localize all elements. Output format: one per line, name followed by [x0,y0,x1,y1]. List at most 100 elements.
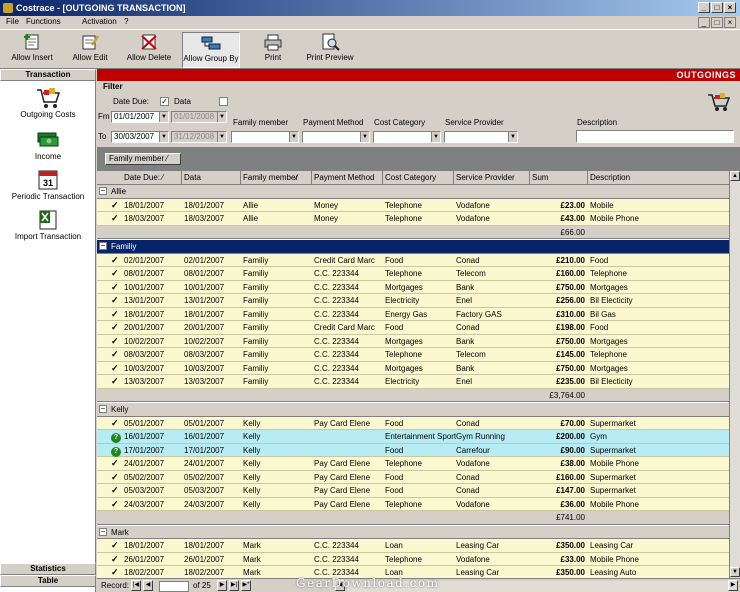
cell: 02/01/2007 [184,255,225,265]
group-by-family-member-chip[interactable]: Family member ⁄ [105,153,181,165]
menu-help[interactable]: ? [124,17,128,26]
table-row[interactable]: ✓ 24/03/2007 24/03/2007 Kelly Pay Card Elene… [97,497,729,511]
insert-icon [22,33,42,51]
group-row[interactable]: − Allie [97,185,729,199]
payment-method-dropdown[interactable]: ▼ [302,131,370,143]
collapse-icon[interactable]: − [99,405,107,413]
new-record-icon[interactable]: ▶* [241,580,251,591]
group-row[interactable]: − Mark [97,525,729,539]
cell: Supermarket [590,418,636,428]
group-row[interactable]: − Kelly [97,403,729,417]
table-row[interactable]: ✓ 05/02/2007 05/02/2007 Kelly Pay Card Elene… [97,470,729,484]
sidebar-header-statistics[interactable]: Statistics [0,563,96,575]
allow-insert-button[interactable]: Allow Insert [4,32,60,68]
table-row[interactable]: ✓ 13/03/2007 13/03/2007 Familiy C.C. 223344 E… [97,375,729,389]
table-row[interactable]: ✓ 18/03/2007 18/03/2007 Allie Money Telephone… [97,212,729,226]
sidebar-item-periodic-transaction[interactable]: 31 Periodic Transaction [0,167,96,205]
scroll-up-arrow-icon[interactable]: ▲ [730,171,740,181]
table-row[interactable]: ✓ 18/01/2007 18/01/2007 Mark C.C. 223344 Loan… [97,539,729,553]
vertical-scrollbar[interactable]: ▲ ▼ [729,171,740,578]
scroll-down-arrow-icon[interactable]: ▼ [730,567,740,577]
allow-edit-button[interactable]: Allow Edit [66,32,114,68]
data-to-dropdown[interactable]: 31/12/2008 ▼ [171,131,227,143]
print-preview-button[interactable]: Print Preview [302,32,358,68]
allow-delete-button[interactable]: Allow Delete [122,32,176,68]
table-row[interactable]: ✓ 13/01/2007 13/01/2007 Familiy C.C. 223344 E… [97,294,729,308]
group-row[interactable]: − Familiy [97,240,729,254]
menu-activation[interactable]: Activation [82,17,117,26]
table-row[interactable]: ✓ 10/01/2007 10/01/2007 Familiy C.C. 223344 M… [97,280,729,294]
sidebar: Transaction Outgoing Costs Income 31 Per… [0,69,96,592]
cell: Mortgages [590,336,628,346]
sidebar-header-transaction[interactable]: Transaction [0,69,96,81]
menu-functions[interactable]: Functions [26,17,61,26]
mdi-minimize-button[interactable]: _ [698,17,710,28]
table-row[interactable]: ✓ 10/02/2007 10/02/2007 Familiy C.C. 223344 M… [97,334,729,348]
cell: C.C. 223344 [314,296,359,305]
minimize-button[interactable]: _ [698,2,710,13]
cell: Mobile [590,200,614,210]
next-record-icon[interactable]: ▶ [217,580,227,591]
column-header-sum[interactable]: Sum [532,173,548,182]
record-number-input[interactable] [159,581,189,592]
mdi-restore-button[interactable]: □ [711,17,723,28]
cell: Bank [456,336,475,346]
sidebar-item-import-transaction[interactable]: Import Transaction [0,207,96,245]
data-checkbox[interactable] [219,97,228,106]
family-member-dropdown[interactable]: ▼ [231,131,299,143]
previous-record-icon[interactable]: ◀ [143,580,153,591]
cell: Telephone [385,350,422,359]
mdi-close-button[interactable]: × [724,17,736,28]
cell: 05/02/2007 [184,472,225,482]
collapse-icon[interactable]: − [99,527,107,536]
table-row[interactable]: ✓ 18/01/2007 18/01/2007 Familiy C.C. 223344 E… [97,307,729,321]
table-row[interactable]: ? 17/01/2007 17/01/2007 Kelly Food Carrefour £… [97,443,729,457]
sidebar-item-income[interactable]: Income [0,127,96,165]
cell: Mortgages [385,363,423,373]
scroll-right-arrow-icon[interactable]: ▶ [728,580,738,591]
table-row[interactable]: ✓ 18/01/2007 18/01/2007 Allie Money Telephone… [97,198,729,212]
sidebar-item-outgoing-costs[interactable]: Outgoing Costs [0,85,96,123]
table-row[interactable]: ? 16/01/2007 16/01/2007 Kelly Entertainment … [97,430,729,444]
date-due-to-dropdown[interactable]: 30/03/2007 ▼ [111,131,169,143]
description-input[interactable] [576,130,734,143]
column-header-data[interactable]: Data [184,173,201,182]
print-button[interactable]: Print [258,32,288,68]
service-provider-dropdown[interactable]: ▼ [444,131,518,143]
cell: Conad [456,323,480,332]
table-row[interactable]: ✓ 08/01/2007 08/01/2007 Familiy C.C. 223344 T… [97,267,729,281]
date-due-from-dropdown[interactable]: 01/01/2007 ▼ [111,111,169,123]
cost-category-dropdown[interactable]: ▼ [373,131,441,143]
column-header-date-due[interactable]: Date Due: [124,173,160,182]
column-header-family-member[interactable]: Family member [243,173,298,182]
collapse-icon[interactable]: − [99,187,107,195]
table-row[interactable]: ✓ 10/03/2007 10/03/2007 Familiy C.C. 223344 M… [97,361,729,375]
table-row[interactable]: ✓ 26/01/2007 26/01/2007 Mark C.C. 223344 Tele… [97,552,729,566]
menu-file[interactable]: File [6,17,19,26]
cell: Leasing Car [456,541,500,550]
maximize-button[interactable]: □ [711,2,723,13]
date-due-checkbox[interactable]: ✓ [160,97,169,106]
close-button[interactable]: × [724,2,736,13]
last-record-icon[interactable]: ▶| [229,580,239,591]
cell: Pay Card Elene [314,499,371,509]
column-header-description[interactable]: Description [590,173,630,182]
column-header-service-provider[interactable]: Service Provider [456,173,515,182]
cell: 02/01/2007 [124,255,165,265]
table-row[interactable]: ✓ 08/03/2007 08/03/2007 Familiy C.C. 223344 T… [97,348,729,362]
column-header-cost-category[interactable]: Cost Category [385,173,436,182]
cell: 05/01/2007 [124,418,165,428]
cell: £310.00 [556,309,585,319]
data-from-dropdown[interactable]: 01/01/2008 ▼ [171,111,227,123]
cell: £160.00 [556,269,585,278]
table-row[interactable]: ✓ 05/03/2007 05/03/2007 Kelly Pay Card Elene… [97,484,729,498]
table-row[interactable]: ✓ 05/01/2007 05/01/2007 Kelly Pay Card Elene… [97,416,729,430]
column-header-payment-method[interactable]: Payment Method [314,173,374,182]
table-row[interactable]: ✓ 24/01/2007 24/01/2007 Kelly Pay Card Elene… [97,457,729,471]
collapse-icon[interactable]: − [99,242,107,250]
sidebar-header-table[interactable]: Table [0,575,96,587]
table-row[interactable]: ✓ 20/01/2007 20/01/2007 Familiy Credit Card … [97,321,729,335]
first-record-icon[interactable]: |◀ [131,580,141,591]
table-row[interactable]: ✓ 02/01/2007 02/01/2007 Familiy Credit Card … [97,253,729,267]
allow-group-by-button[interactable]: Allow Group By [182,32,240,68]
